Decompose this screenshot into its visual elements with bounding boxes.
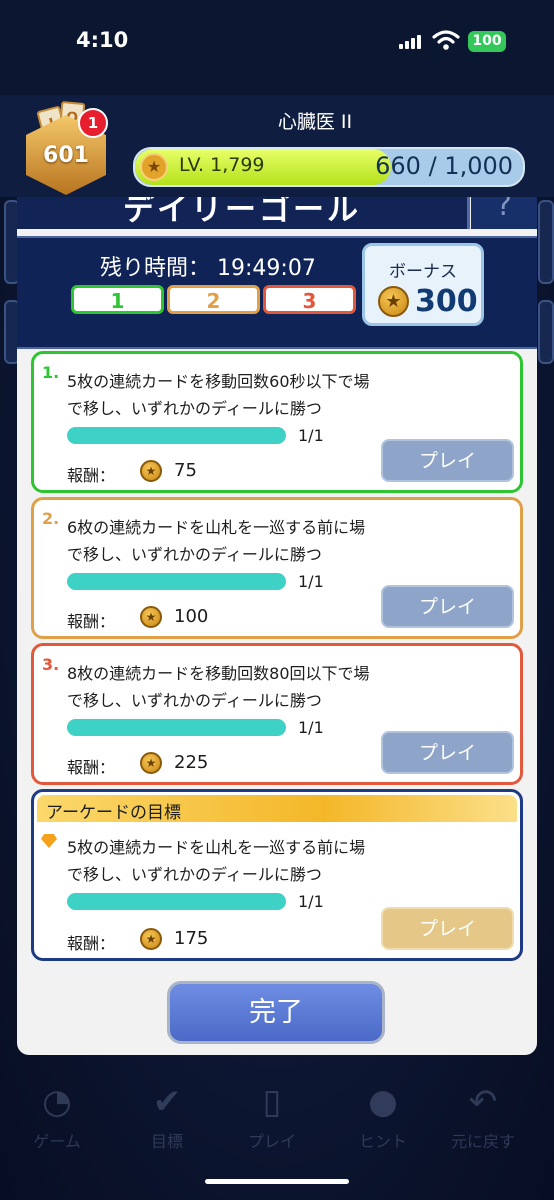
player-name: 心臓医 II	[277, 111, 353, 133]
tab-goal-1[interactable]: 1	[71, 285, 164, 314]
question-mark-icon: ?	[496, 197, 512, 223]
star-coin-icon: ★	[140, 752, 162, 774]
undo-icon: ↶	[468, 1082, 498, 1122]
goal-description-line1: 5枚の連続カードを移動回数60秒以下で場	[67, 372, 370, 391]
cellular-signal-icon	[399, 35, 421, 49]
star-coin-icon: ★	[378, 286, 409, 317]
star-icon: ★	[140, 153, 168, 181]
panel-side-decor-right	[538, 200, 554, 284]
bonus-value: 300	[415, 284, 478, 319]
diamond-icon	[41, 834, 57, 848]
reward-label: 報酬：	[67, 758, 116, 777]
reward-label: 報酬：	[67, 612, 116, 631]
nav-hint[interactable]: ● ヒント	[338, 1080, 428, 1152]
xp-progress-bar: ★ LV. 1,799 660 / 1,000	[133, 147, 525, 187]
time-remaining-label: 残り時間：	[100, 256, 211, 281]
arcade-goal-title: アーケードの目標	[46, 803, 181, 823]
goal-number: 3.	[42, 655, 60, 674]
nav-label: 目標	[150, 1132, 183, 1151]
nav-undo[interactable]: ↶ 元に戻す	[438, 1080, 528, 1152]
time-remaining: 残り時間： 19:49:07	[100, 250, 316, 282]
goal-description-line1: 8枚の連続カードを移動回数80回以下で場	[67, 664, 370, 683]
goal-number: 2.	[42, 509, 60, 528]
panel-side-decor-right-2	[538, 300, 554, 364]
tab-goal-2[interactable]: 2	[167, 285, 260, 314]
goal-progress-value: 1/1	[298, 892, 324, 911]
star-coin-icon: ★	[140, 928, 162, 950]
reward-label: 報酬：	[67, 466, 116, 485]
play-button[interactable]: プレイ	[381, 731, 514, 774]
status-time: 4:10	[76, 28, 129, 52]
goal-description-line2: で移し、いずれかのディールに勝つ	[67, 545, 322, 564]
nav-label: ゲーム	[33, 1132, 81, 1151]
goal-description: 5枚の連続カードを移動回数60秒以下で場 で移し、いずれかのディールに勝つ	[67, 368, 487, 422]
done-button[interactable]: 完了	[167, 981, 385, 1044]
nav-play[interactable]: ▯ プレイ	[227, 1080, 317, 1152]
goal-progress-value: 1/1	[298, 572, 324, 591]
panel-title: デイリーゴール	[123, 197, 361, 228]
reward-value: 225	[174, 752, 209, 773]
goal-progress-value: 1/1	[298, 718, 324, 737]
home-indicator	[205, 1179, 349, 1184]
goal-description: 5枚の連続カードを山札を一巡する前に場 で移し、いずれかのディールに勝つ	[67, 834, 487, 888]
goal-card-2: 2. 6枚の連続カードを山札を一巡する前に場 で移し、いずれかのディールに勝つ …	[31, 497, 523, 639]
level-label: LV. 1,799	[179, 154, 265, 176]
goal-progress-bar	[67, 719, 286, 736]
goal-description: 8枚の連続カードを移動回数80回以下で場 で移し、いずれかのディールに勝つ	[67, 660, 487, 714]
arcade-goal-card: アーケードの目標 5枚の連続カードを山札を一巡する前に場 で移し、いずれかのディ…	[31, 789, 523, 961]
star-coin-icon: ★	[140, 460, 162, 482]
goal-description-line1: 5枚の連続カードを山札を一巡する前に場	[67, 838, 366, 857]
help-button[interactable]: ?	[471, 197, 537, 229]
star-coin-icon: ★	[140, 606, 162, 628]
nav-label: 元に戻す	[450, 1132, 515, 1151]
goal-card-1: 1. 5枚の連続カードを移動回数60秒以下で場 で移し、いずれかのディールに勝つ…	[31, 351, 523, 493]
goal-progress-bar	[67, 573, 286, 590]
cards-icon: ▯	[262, 1082, 282, 1122]
reward-value: 175	[174, 928, 209, 949]
goal-progress-bar	[67, 427, 286, 444]
nav-label: プレイ	[247, 1132, 296, 1151]
xp-value: 660 / 1,000	[375, 152, 513, 180]
reward-value: 100	[174, 606, 209, 627]
goal-description-line1: 6枚の連続カードを山札を一巡する前に場	[67, 518, 366, 537]
goal-description-line2: で移し、いずれかのディールに勝つ	[67, 691, 322, 710]
badge-level-number: 601	[43, 143, 89, 168]
play-button[interactable]: プレイ	[381, 907, 514, 950]
time-remaining-value: 19:49:07	[217, 256, 316, 281]
play-button[interactable]: プレイ	[381, 585, 514, 628]
goal-card-3: 3. 8枚の連続カードを移動回数80回以下で場 で移し、いずれかのディールに勝つ…	[31, 643, 523, 785]
battery-indicator: 100	[468, 31, 506, 52]
nav-goals[interactable]: ✔ 目標	[122, 1080, 212, 1152]
goal-description-line2: で移し、いずれかのディールに勝つ	[67, 399, 322, 418]
goals-checkmark-icon: ✔	[152, 1082, 182, 1122]
nav-label: ヒント	[358, 1132, 407, 1151]
goal-progress-bar	[67, 893, 286, 910]
arcade-goal-header: アーケードの目標	[37, 795, 517, 823]
notification-badge: 1	[78, 108, 108, 138]
game-icon: ◔	[42, 1082, 72, 1122]
lightbulb-icon: ●	[368, 1082, 398, 1122]
goal-description-line2: で移し、いずれかのディールに勝つ	[67, 865, 322, 884]
title-banner: デイリーゴール	[17, 197, 470, 229]
goal-description: 6枚の連続カードを山札を一巡する前に場 で移し、いずれかのディールに勝つ	[67, 514, 487, 568]
reward-label: 報酬：	[67, 934, 116, 953]
reward-value: 75	[174, 460, 197, 481]
bonus-box: ボーナス ★ 300	[362, 243, 484, 326]
tab-goal-3[interactable]: 3	[263, 285, 356, 314]
nav-game[interactable]: ◔ ゲーム	[12, 1080, 102, 1152]
play-button[interactable]: プレイ	[381, 439, 514, 482]
goal-number: 1.	[42, 363, 60, 382]
bonus-label: ボーナス	[389, 262, 457, 282]
goal-progress-value: 1/1	[298, 426, 324, 445]
wifi-icon	[432, 30, 460, 50]
